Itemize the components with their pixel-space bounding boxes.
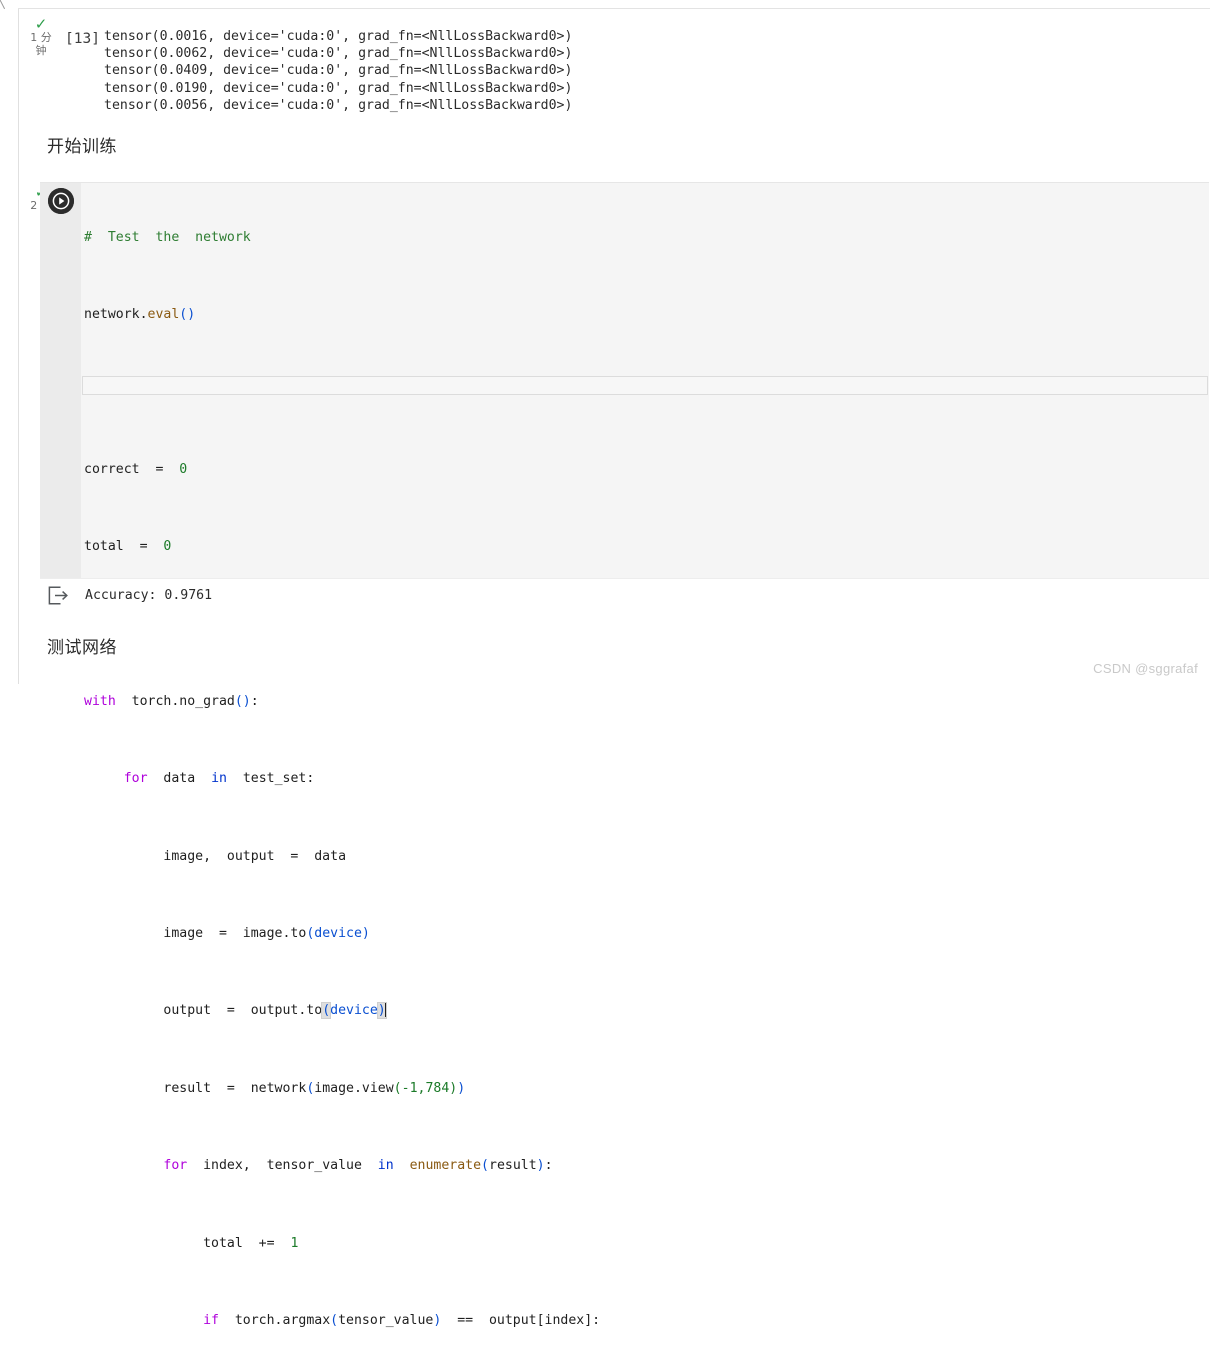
run-cell-button[interactable] — [48, 188, 74, 214]
code-line-8: for data in test_set: — [123, 771, 315, 787]
markdown-heading-start-training: 开始训练 — [47, 137, 117, 157]
notebook-cell-code: ✓ 2 秒 # Test the network network.eval() … — [19, 182, 1209, 1328]
code-line-7: with torch.no_grad(): — [84, 693, 259, 709]
code-cell-gutter — [40, 183, 81, 579]
code-line-9: image, output = data — [84, 848, 347, 864]
code-line-2: network.eval() — [84, 307, 196, 323]
code-line-1: # Test the network — [84, 229, 251, 245]
cell-elapsed-line1: 1 分 — [30, 31, 52, 44]
top-divider — [18, 8, 1210, 9]
cell-elapsed-line2: 钟 — [35, 44, 47, 57]
code-line-4: correct = 0 — [84, 461, 188, 477]
execution-count-label: [13] — [65, 31, 100, 47]
watermark: CSDN @sggrafaf — [1093, 661, 1198, 676]
window-corner-cursor — [0, 0, 14, 9]
code-line-10: image = image.to(device) — [84, 926, 370, 942]
output-arrow-icon — [48, 586, 69, 605]
cell-stream-output: tensor(0.0016, device='cuda:0', grad_fn=… — [104, 29, 573, 113]
code-source[interactable]: # Test the network network.eval() correc… — [84, 189, 600, 1368]
code-line-12: result = network(image.view(-1,784)) — [84, 1080, 466, 1096]
code-line-5: total = 0 — [84, 539, 172, 555]
output-text: Accuracy: 0.9761 — [85, 588, 213, 603]
code-cell-output-area: Accuracy: 0.9761 — [40, 578, 1209, 613]
notebook-cell-output-13: ✓ 1 分 钟 [13] tensor(0.0016, device='cuda… — [19, 14, 1209, 119]
code-line-13: for index, tensor_value in enumerate(res… — [163, 1158, 553, 1174]
text-cursor — [385, 1002, 387, 1018]
code-line-14: total += 1 — [84, 1235, 299, 1251]
code-line-15: if torch.argmax(tensor_value) == output[… — [203, 1312, 601, 1328]
code-editor-surface[interactable]: # Test the network network.eval() correc… — [40, 182, 1209, 1328]
cell-status-indicator-13: ✓ 1 分 钟 — [24, 15, 58, 58]
code-line-11-active: output = output.to(device) — [84, 1002, 387, 1020]
markdown-heading-test-network: 测试网络 — [47, 638, 117, 658]
check-icon: ✓ — [34, 15, 48, 33]
